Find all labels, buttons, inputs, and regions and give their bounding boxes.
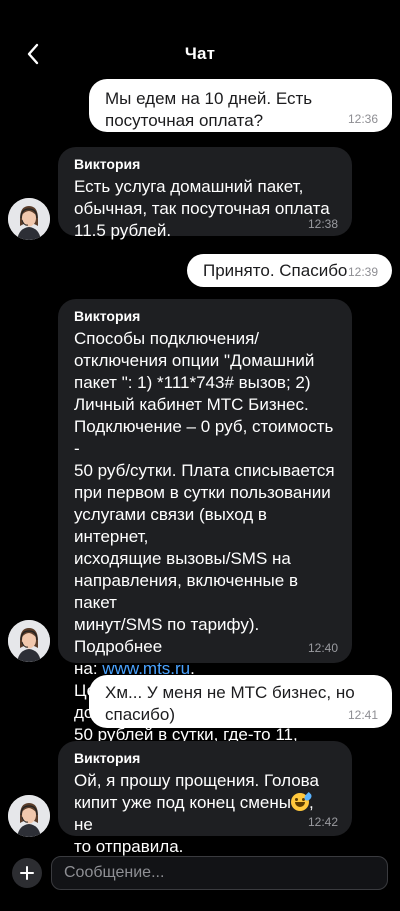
message-input[interactable] [51, 856, 388, 890]
sweat-smile-emoji-icon [290, 792, 313, 811]
sender-name: Виктория [74, 308, 141, 324]
outgoing-message[interactable]: Мы едем на 10 дней. Есть посуточная опла… [89, 79, 392, 132]
avatar-icon [8, 198, 50, 240]
message-text: Ой, я прошу прощения. Голова кипит уже п… [74, 770, 336, 858]
sender-name: Виктория [74, 156, 141, 172]
incoming-message[interactable]: Виктория Ой, я прошу прощения. Голова ки… [58, 741, 352, 856]
incoming-message[interactable]: Виктория Способы подключения/ отключения… [58, 299, 352, 766]
outgoing-message[interactable]: Хм... У меня не МТС бизнес, но спасибо) … [89, 675, 392, 728]
plus-icon[interactable] [12, 858, 42, 888]
message-time: 12:41 [347, 708, 378, 722]
message-time: 12:38 [307, 217, 338, 231]
outgoing-message[interactable]: Принято. Спасибо 12:39 [187, 254, 392, 287]
message-time: 12:36 [347, 112, 378, 126]
message-composer [0, 852, 400, 911]
message-text-part: Способы подключения/ отключения опции "Д… [74, 329, 335, 678]
message-text: Есть услуга домашний пакет, обычная, так… [74, 177, 330, 240]
avatar-icon [8, 795, 50, 837]
message-time: 12:39 [347, 265, 378, 279]
message-time: 12:40 [307, 641, 338, 655]
operator-avatar[interactable] [8, 620, 50, 662]
message-text-part: Ой, я прошу прощения. Голова кипит уже п… [74, 771, 319, 812]
chat-header: Чат [0, 0, 400, 80]
avatar-icon [8, 620, 50, 662]
operator-avatar[interactable] [8, 198, 50, 240]
sender-name: Виктория [74, 750, 141, 766]
message-text: Хм... У меня не МТС бизнес, но спасибо) [105, 683, 355, 724]
operator-avatar[interactable] [8, 795, 50, 837]
message-text: Мы едем на 10 дней. Есть посуточная опла… [105, 89, 313, 130]
message-time: 12:42 [307, 815, 338, 829]
incoming-message[interactable]: Виктория Есть услуга домашний пакет, обы… [58, 147, 352, 240]
page-title: Чат [184, 44, 216, 63]
